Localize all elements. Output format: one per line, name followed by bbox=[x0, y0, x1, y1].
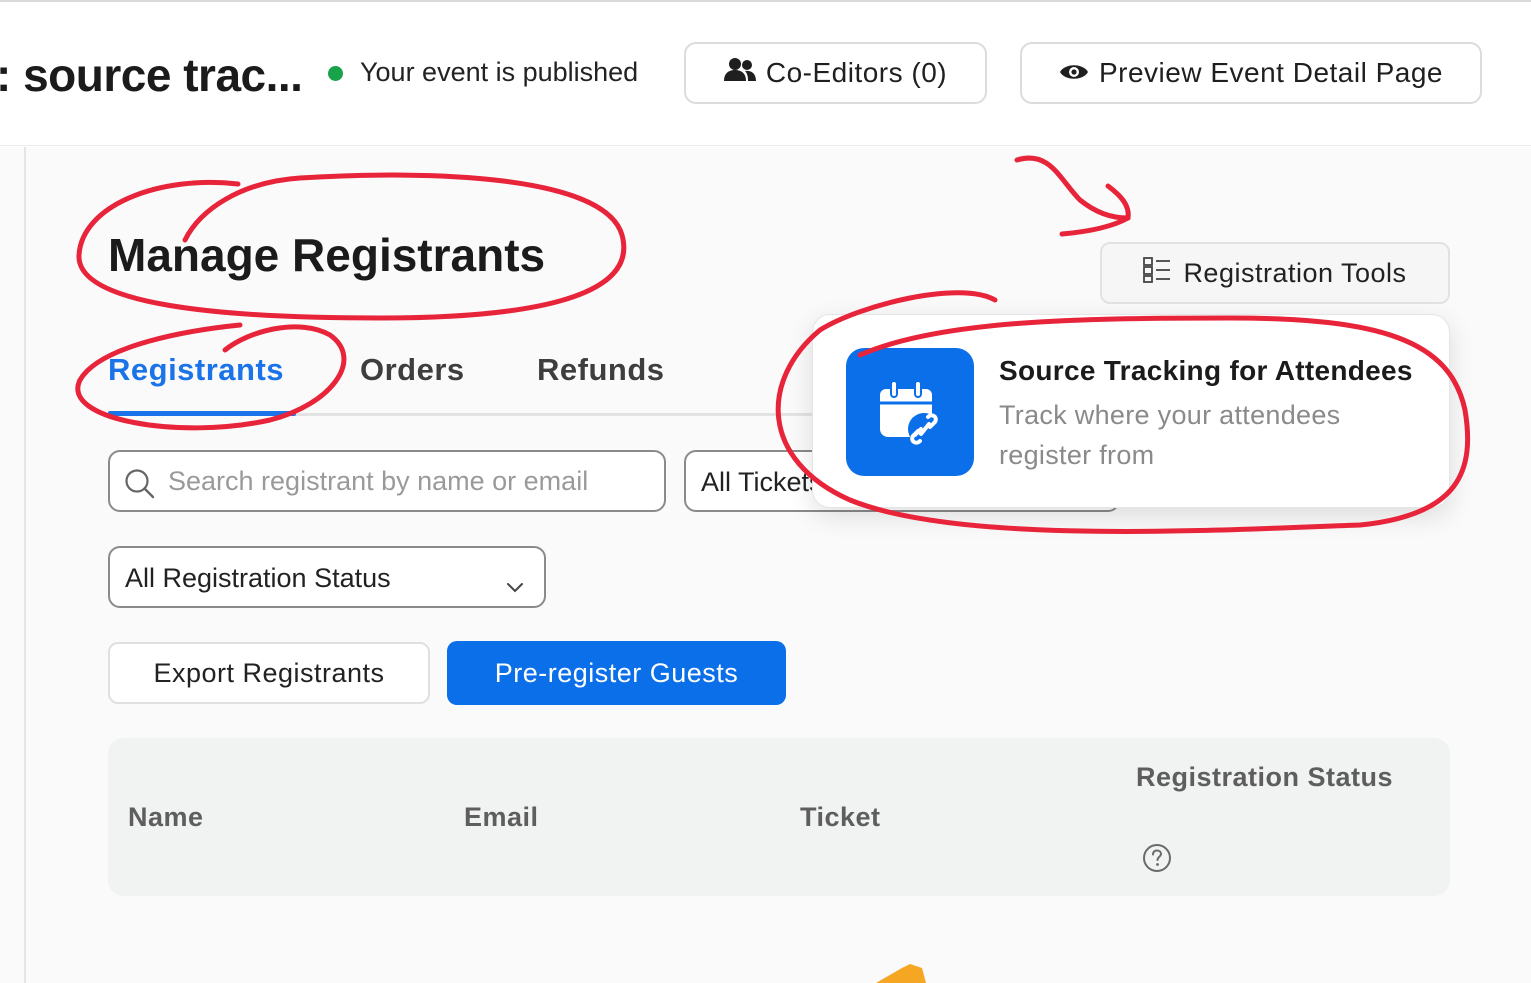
top-bar: : source trac... Your event is published… bbox=[0, 0, 1531, 146]
event-title: : source trac... bbox=[0, 49, 303, 101]
registration-tools-label: Registration Tools bbox=[1183, 257, 1407, 288]
search-field[interactable] bbox=[108, 450, 666, 512]
source-tracking-popover[interactable]: Source Tracking for Attendees Track wher… bbox=[812, 314, 1450, 508]
help-icon[interactable] bbox=[1142, 843, 1172, 878]
page-title: Manage Registrants bbox=[108, 229, 546, 281]
column-header-ticket[interactable]: Ticket bbox=[800, 802, 881, 833]
registration-status-value: All Registration Status bbox=[125, 563, 391, 593]
pre-register-guests-button[interactable]: Pre-register Guests bbox=[447, 641, 786, 705]
list-icon bbox=[1143, 256, 1171, 290]
calendar-link-icon bbox=[846, 348, 974, 476]
preview-event-label: Preview Event Detail Page bbox=[1098, 57, 1443, 88]
co-editors-button[interactable]: Co-Editors (0) bbox=[684, 42, 987, 104]
sidebar-divider bbox=[24, 147, 26, 983]
published-status-dot bbox=[328, 66, 343, 81]
eye-icon bbox=[1059, 57, 1089, 89]
co-editors-label: Co-Editors (0) bbox=[765, 57, 948, 88]
published-status-text: Your event is published bbox=[360, 57, 639, 87]
popover-title: Source Tracking for Attendees bbox=[999, 355, 1413, 386]
users-icon bbox=[723, 57, 756, 90]
export-registrants-button[interactable]: Export Registrants bbox=[108, 642, 430, 704]
window-edge bbox=[0, 0, 1531, 2]
registration-tools-button[interactable]: Registration Tools bbox=[1100, 242, 1450, 304]
popover-description: Track where your attendees register from bbox=[999, 400, 1341, 470]
column-header-email[interactable]: Email bbox=[464, 802, 539, 833]
chevron-down-icon bbox=[506, 570, 524, 601]
tab-refunds[interactable]: Refunds bbox=[537, 352, 665, 388]
column-header-registration-status[interactable]: Registration Status bbox=[1136, 762, 1393, 793]
ticket-filter-value: All Tickets bbox=[701, 467, 823, 497]
active-tab-indicator bbox=[108, 411, 296, 416]
registration-status-select[interactable]: All Registration Status bbox=[108, 546, 546, 608]
preview-event-button[interactable]: Preview Event Detail Page bbox=[1020, 42, 1482, 104]
tab-registrants[interactable]: Registrants bbox=[108, 352, 284, 388]
search-input[interactable] bbox=[168, 462, 648, 500]
column-header-name[interactable]: Name bbox=[128, 802, 204, 833]
partial-arrow-icon bbox=[872, 962, 928, 983]
tab-orders[interactable]: Orders bbox=[360, 352, 465, 388]
